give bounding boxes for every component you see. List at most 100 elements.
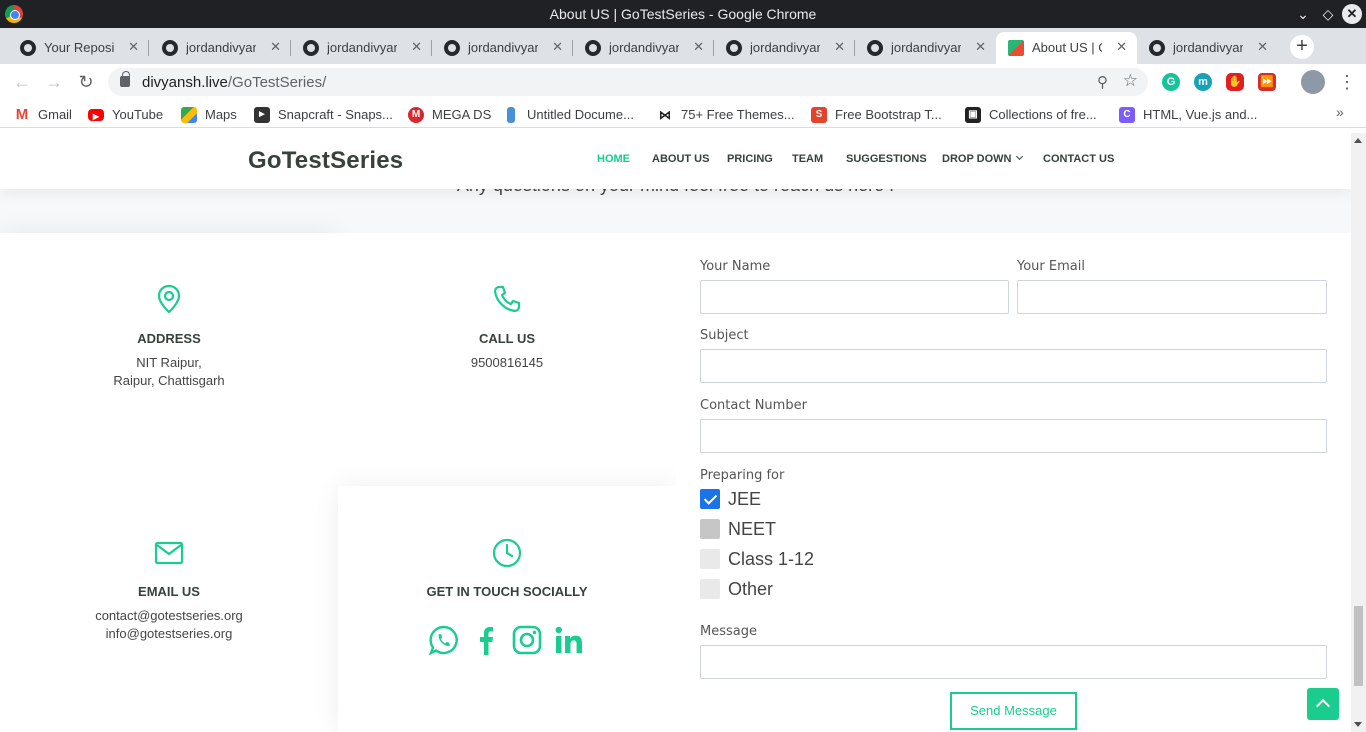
- forward-arrow-icon[interactable]: →: [42, 70, 66, 94]
- tab-close-icon[interactable]: ✕: [1116, 39, 1127, 55]
- email-line-2: info@gotestseries.org: [105, 626, 233, 641]
- bookmark-label: MEGA DS: [432, 107, 492, 122]
- social-title: GET IN TOUCH SOCIALLY: [426, 584, 588, 599]
- doc-icon: [507, 107, 515, 123]
- whatsapp-icon[interactable]: [428, 624, 460, 656]
- bow-icon: ⋈: [659, 108, 671, 122]
- phone-icon: [493, 285, 521, 313]
- m-extension-icon[interactable]: m: [1194, 73, 1212, 91]
- message-textarea[interactable]: [700, 645, 1327, 679]
- stop-extension-icon[interactable]: ✋: [1226, 73, 1244, 91]
- tab-close-icon[interactable]: ✕: [1257, 39, 1268, 55]
- page-scrollbar[interactable]: [1351, 133, 1366, 732]
- fast-forward-extension-icon[interactable]: ⏩: [1258, 73, 1276, 91]
- github-icon: [585, 40, 601, 56]
- tab-close-icon[interactable]: ✕: [270, 39, 281, 55]
- profile-avatar[interactable]: [1301, 70, 1325, 94]
- tab-github[interactable]: jordandivyansh ✕: [150, 32, 291, 64]
- site-logo[interactable]: GoTestSeries: [248, 147, 403, 175]
- github-icon: [162, 40, 178, 56]
- nav-suggestions[interactable]: SUGGESTIONS: [846, 153, 927, 165]
- linkedin-icon[interactable]: [553, 624, 585, 656]
- tab-github[interactable]: jordandivyansh ✕: [714, 32, 855, 64]
- nav-contact-us[interactable]: CONTACT US: [1043, 153, 1114, 165]
- subject-input[interactable]: [700, 349, 1327, 383]
- nav-pricing[interactable]: PRICING: [727, 153, 773, 165]
- tab-your-repositories[interactable]: Your Reposit ✕: [8, 32, 149, 64]
- nav-home[interactable]: HOME: [597, 153, 630, 165]
- tab-label: jordandivyansh: [609, 40, 679, 55]
- github-icon: [726, 40, 742, 56]
- your-email-input[interactable]: [1017, 280, 1327, 314]
- github-icon: [1149, 40, 1165, 56]
- phone-number: 9500816145: [470, 355, 544, 370]
- github-icon: [444, 40, 460, 56]
- chevron-down-icon: [1016, 152, 1024, 161]
- tab-close-icon[interactable]: ✕: [552, 39, 563, 55]
- tab-github[interactable]: jordandivyansh ✕: [573, 32, 714, 64]
- back-arrow-icon[interactable]: ←: [10, 70, 34, 94]
- minimize-icon[interactable]: ⌄: [1293, 4, 1313, 24]
- snapcraft-icon: ►: [254, 107, 270, 123]
- tab-close-icon[interactable]: ✕: [834, 39, 845, 55]
- email-box: EMAIL US contact@gotestseries.org info@g…: [0, 486, 338, 732]
- nav-drop-down[interactable]: DROP DOWN: [942, 152, 1024, 165]
- class-1-12-label: Class 1-12: [728, 549, 815, 569]
- address-box: ADDRESS NIT Raipur, Raipur, Chattisgarh: [0, 233, 338, 486]
- tab-close-icon[interactable]: ✕: [411, 39, 422, 55]
- tab-close-icon[interactable]: ✕: [975, 39, 986, 55]
- contact-number-input[interactable]: [700, 419, 1327, 453]
- other-checkbox[interactable]: [700, 579, 720, 599]
- nav-about-us[interactable]: ABOUT US: [652, 153, 709, 165]
- tab-github[interactable]: jordandivyansh ✕: [432, 32, 573, 64]
- close-window-icon[interactable]: ✕: [1342, 4, 1362, 24]
- jee-checkbox[interactable]: [700, 489, 720, 509]
- url-host: divyansh.live: [142, 74, 228, 91]
- tab-about-us-active[interactable]: About US | GoTestSeries ✕: [996, 32, 1137, 64]
- scroll-up-arrow-icon[interactable]: [1354, 138, 1362, 143]
- window-titlebar: About US | GoTestSeries - Google Chrome …: [0, 0, 1366, 28]
- bookmark-label: Free Bootstrap T...: [835, 107, 942, 122]
- tab-close-icon[interactable]: ✕: [693, 39, 704, 55]
- your-name-input[interactable]: [700, 280, 1009, 314]
- tab-github[interactable]: jordandivyansh ✕: [855, 32, 996, 64]
- neet-checkbox[interactable]: [700, 519, 720, 539]
- send-message-button[interactable]: Send Message: [950, 692, 1077, 730]
- tab-label: jordandivyansh: [186, 40, 256, 55]
- more-bookmarks-icon[interactable]: »: [1336, 104, 1344, 120]
- preparing-for-label: Preparing for: [700, 468, 785, 483]
- url-text[interactable]: divyansh.live/GoTestSeries/: [142, 74, 326, 91]
- maximize-icon[interactable]: ◇: [1318, 4, 1338, 24]
- bookmark-label: Maps: [205, 107, 237, 122]
- tab-close-icon[interactable]: ✕: [128, 39, 139, 55]
- subject-label: Subject: [700, 328, 749, 343]
- tab-github[interactable]: jordandivyansh ✕: [1137, 32, 1278, 64]
- c-icon: C: [1119, 107, 1135, 123]
- scroll-down-arrow-icon[interactable]: [1354, 722, 1362, 727]
- tab-label: jordandivyansh: [1173, 40, 1243, 55]
- facebook-icon[interactable]: [472, 624, 500, 656]
- github-icon: [303, 40, 319, 56]
- tab-strip: Your Reposit ✕ jordandivyansh ✕ jordandi…: [0, 28, 1366, 64]
- reload-icon[interactable]: ↻: [74, 70, 98, 94]
- address-bar[interactable]: divyansh.live/GoTestSeries/ ⚲ ☆: [108, 68, 1148, 96]
- new-tab-button[interactable]: +: [1290, 35, 1314, 59]
- map-pin-icon: [157, 284, 181, 314]
- tab-label: jordandivyansh: [891, 40, 961, 55]
- chrome-menu-icon[interactable]: ⋮: [1338, 70, 1356, 94]
- back-to-top-button[interactable]: [1307, 688, 1339, 720]
- address-title: ADDRESS: [137, 331, 201, 346]
- nav-team[interactable]: TEAM: [792, 153, 823, 165]
- scrollbar-thumb[interactable]: [1354, 606, 1363, 686]
- neet-label: NEET: [728, 519, 777, 539]
- site-navbar: GoTestSeries HOME ABOUT US PRICING TEAM …: [0, 133, 1351, 189]
- url-path: /GoTestSeries/: [227, 74, 327, 91]
- s-icon: S: [811, 107, 827, 123]
- instagram-icon[interactable]: [511, 624, 543, 656]
- tab-github[interactable]: jordandivyansh ✕: [291, 32, 432, 64]
- class-1-12-checkbox[interactable]: [700, 549, 720, 569]
- grammarly-extension-icon[interactable]: G: [1162, 73, 1180, 91]
- browser-toolbar: ← → ↻ divyansh.live/GoTestSeries/ ⚲ ☆ G …: [0, 64, 1366, 100]
- zoom-icon[interactable]: ⚲: [1097, 73, 1108, 91]
- bookmark-star-icon[interactable]: ☆: [1123, 71, 1138, 91]
